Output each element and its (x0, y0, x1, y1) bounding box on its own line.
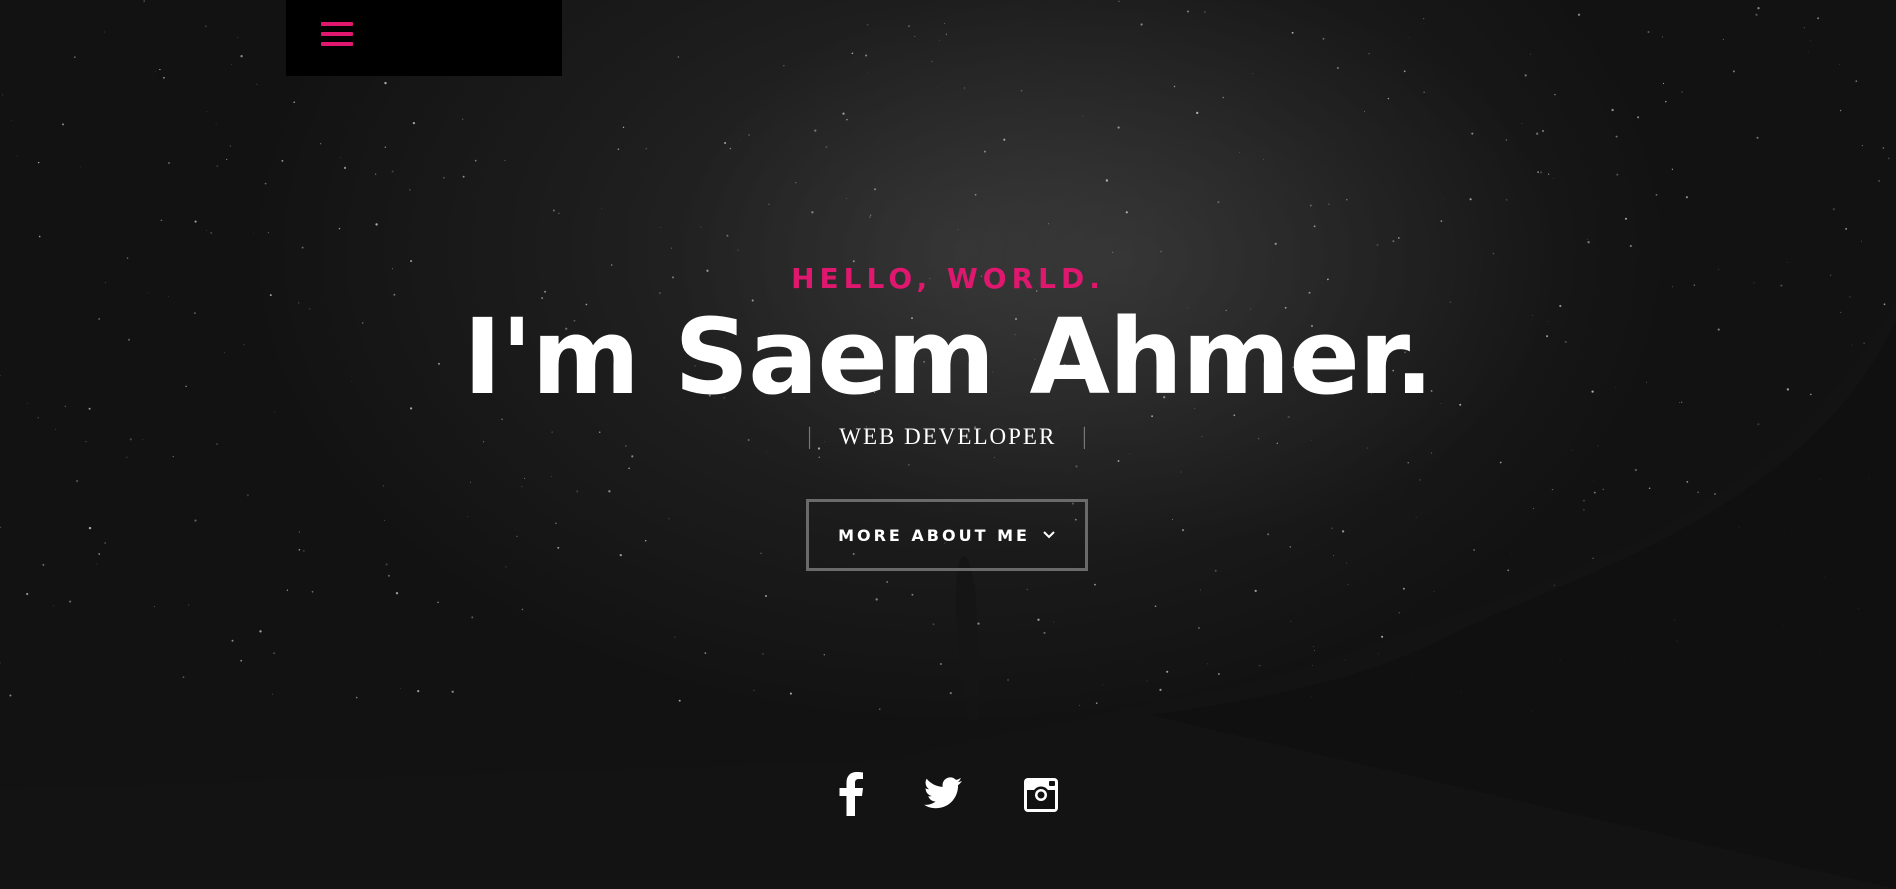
role-separator-right: | (1082, 424, 1089, 450)
hero-name: I'm Saem Ahmer. (463, 296, 1434, 418)
role-separator-left: | (807, 424, 814, 450)
hero-role: WEB DEVELOPER (839, 424, 1057, 449)
hero-greeting: HELLO, WORLD. (791, 262, 1105, 295)
more-about-me-label: MORE ABOUT ME (838, 525, 1030, 545)
hero-role-line: | WEB DEVELOPER | (0, 424, 1896, 451)
social-links (0, 772, 1896, 820)
hero-page: HELLO, WORLD. I'm Saem Ahmer. | WEB DEVE… (0, 0, 1896, 889)
instagram-icon[interactable] (1022, 776, 1060, 820)
chevron-down-icon (1043, 531, 1055, 539)
hero-section: HELLO, WORLD. I'm Saem Ahmer. | WEB DEVE… (0, 0, 1896, 889)
twitter-icon[interactable] (924, 776, 962, 820)
facebook-icon[interactable] (838, 772, 864, 816)
more-about-me-button[interactable]: MORE ABOUT ME (806, 499, 1088, 571)
